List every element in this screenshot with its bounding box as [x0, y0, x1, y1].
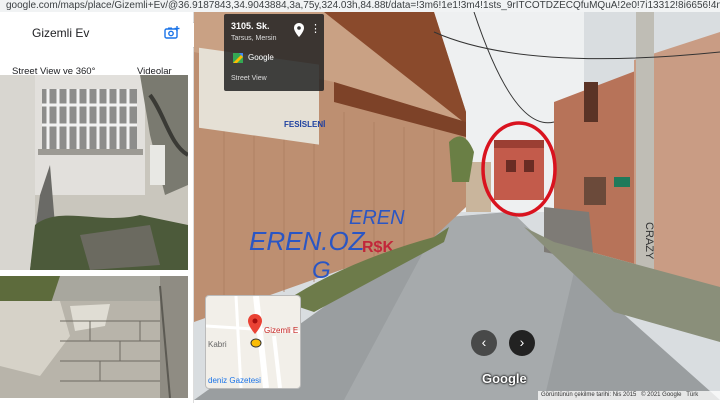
- wall-sign-text: FESİSLENİ: [284, 120, 325, 129]
- street-name: 3105. Sk.: [231, 21, 270, 31]
- place-title: Gizemli Ev: [32, 26, 90, 40]
- next-photo-button[interactable]: ›: [509, 330, 535, 356]
- mini-map[interactable]: Gizemli E Kabri deniz Gazetesi: [205, 295, 301, 389]
- browser-url-bar[interactable]: google.com/maps/place/Gizemli+Ev/@36.918…: [0, 0, 720, 12]
- graffiti-eren-oz: EREN.OZ: [249, 226, 366, 256]
- more-options-icon[interactable]: ⋮: [310, 22, 321, 35]
- place-side-panel: Gizemli Ev Street View ve 360° Videolar: [0, 12, 194, 403]
- mini-map-area-label: Kabri: [208, 340, 227, 349]
- map-footer: Görüntünün çekilme tarihi: Nis 2015 © 20…: [538, 391, 720, 400]
- photo-thumbnail-window[interactable]: [0, 75, 188, 270]
- copyright: © 2021 Google: [641, 392, 682, 398]
- photo-thumbnail-wall[interactable]: [0, 276, 188, 398]
- mini-map-poi-label[interactable]: deniz Gazetesi: [208, 376, 261, 385]
- graffiti-eren: EREN: [349, 207, 405, 229]
- locality: Tarsus, Mersin: [231, 35, 277, 42]
- add-photo-icon[interactable]: [164, 25, 180, 41]
- google-maps-logo-icon: [233, 53, 243, 63]
- graffiti-crazy: CRAZY: [643, 222, 655, 260]
- street-view-label: Street View: [231, 75, 267, 82]
- previous-photo-button[interactable]: ‹: [471, 330, 497, 356]
- google-watermark: Google: [482, 371, 527, 386]
- region-label[interactable]: Türk: [686, 392, 698, 398]
- capture-date: Görüntünün çekilme tarihi: Nis 2015: [541, 392, 637, 398]
- street-view-info-card: 3105. Sk. Tarsus, Mersin ⋮ Google Street…: [224, 14, 324, 91]
- mini-map-place-label: Gizemli E: [264, 326, 299, 335]
- location-pin-icon[interactable]: [294, 23, 304, 37]
- google-label: Google: [248, 53, 274, 62]
- place-pin-icon[interactable]: [248, 314, 262, 334]
- pegman-view-icon: [250, 338, 262, 348]
